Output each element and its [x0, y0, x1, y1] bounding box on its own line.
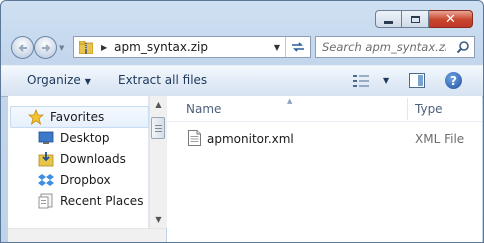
- file-type: XML File: [415, 132, 465, 146]
- back-button[interactable]: [11, 36, 34, 59]
- recent-pages-dropdown[interactable]: ▼: [59, 44, 64, 52]
- minimize-icon: [384, 20, 393, 24]
- sidebar-item-label: Dropbox: [60, 173, 111, 187]
- minimize-button[interactable]: [375, 10, 402, 28]
- grip-line: [155, 131, 162, 132]
- address-history-dropdown[interactable]: ▼: [274, 43, 280, 52]
- change-view-icon[interactable]: [353, 74, 369, 88]
- close-icon: ✕: [445, 11, 456, 27]
- chevron-down-icon: ▼: [84, 77, 91, 86]
- downloads-icon: [38, 152, 54, 167]
- file-list-pane: ▲ Name Type apmonitor.xml XML File: [167, 96, 482, 242]
- xml-file-icon: [188, 130, 201, 146]
- sort-ascending-icon: ▲: [287, 97, 293, 105]
- search-icon[interactable]: [456, 40, 470, 54]
- maximize-button[interactable]: [402, 10, 429, 28]
- sidebar-item-desktop[interactable]: Desktop: [38, 128, 110, 148]
- dropbox-icon: [38, 174, 54, 186]
- forward-button[interactable]: [34, 36, 57, 59]
- sidebar-item-favorites[interactable]: Favorites: [28, 107, 104, 127]
- refresh-button[interactable]: [285, 37, 310, 57]
- scroll-up-icon[interactable]: ▲: [150, 96, 167, 113]
- extract-label: Extract all files: [118, 73, 208, 87]
- command-bar: Organize ▼ Extract all files ▼ ?: [1, 65, 483, 97]
- address-bar[interactable]: ▶ apm_syntax.zip ▼: [73, 36, 311, 58]
- star-icon: [28, 109, 44, 125]
- close-button[interactable]: ✕: [429, 10, 473, 28]
- caption-buttons: ✕: [375, 10, 473, 28]
- navigation-scrollbar[interactable]: ▲ ▼: [149, 96, 167, 228]
- organize-label: Organize: [27, 73, 81, 87]
- explorer-window: ✕ ▼ ▶ apm_syntax.zip ▼ Search apm_syntax…: [0, 0, 484, 243]
- scroll-thumb[interactable]: [151, 117, 165, 139]
- preview-pane-icon[interactable]: [409, 73, 425, 88]
- horizontal-scroll-area: [8, 228, 166, 242]
- help-glyph: ?: [450, 73, 457, 88]
- grip-line: [155, 128, 162, 129]
- sidebar-item-recent-places[interactable]: Recent Places: [38, 191, 143, 211]
- search-box[interactable]: [315, 36, 475, 58]
- sidebar-item-label: Desktop: [60, 131, 110, 145]
- breadcrumb-segment[interactable]: apm_syntax.zip: [114, 40, 208, 54]
- grip-line: [155, 125, 162, 126]
- file-name: apmonitor.xml: [207, 132, 294, 146]
- sidebar-item-downloads[interactable]: Downloads: [38, 149, 126, 169]
- refresh-icon: [292, 42, 304, 52]
- recent-places-icon: [38, 193, 53, 209]
- back-arrow-icon: [18, 43, 27, 52]
- sidebar-item-label: Downloads: [60, 152, 126, 166]
- column-divider[interactable]: [407, 98, 408, 120]
- file-row[interactable]: apmonitor.xml XML File: [185, 129, 482, 149]
- sidebar-item-label: Favorites: [50, 110, 105, 124]
- column-header-row: ▲ Name Type: [167, 96, 482, 122]
- organize-menu[interactable]: Organize ▼: [27, 73, 91, 87]
- zip-folder-icon: [79, 40, 93, 54]
- extract-all-button[interactable]: Extract all files: [118, 73, 207, 87]
- search-input[interactable]: [322, 40, 446, 54]
- view-options-dropdown[interactable]: ▼: [383, 76, 389, 85]
- navigation-row: ▼ ▶ apm_syntax.zip ▼: [9, 35, 475, 61]
- help-icon[interactable]: ?: [445, 72, 462, 89]
- breadcrumb-separator[interactable]: ▶: [101, 43, 107, 52]
- column-header-type[interactable]: Type: [415, 102, 443, 116]
- desktop-icon: [38, 131, 54, 144]
- forward-arrow-icon: [41, 43, 50, 52]
- column-header-name[interactable]: Name: [186, 102, 221, 116]
- navigation-pane: Favorites Desktop Downloads Dropbox Rece…: [8, 96, 149, 242]
- sidebar-item-label: Recent Places: [60, 194, 144, 208]
- sidebar-item-dropbox[interactable]: Dropbox: [38, 170, 111, 190]
- maximize-icon: [410, 15, 420, 23]
- scroll-down-icon[interactable]: ▼: [150, 211, 167, 228]
